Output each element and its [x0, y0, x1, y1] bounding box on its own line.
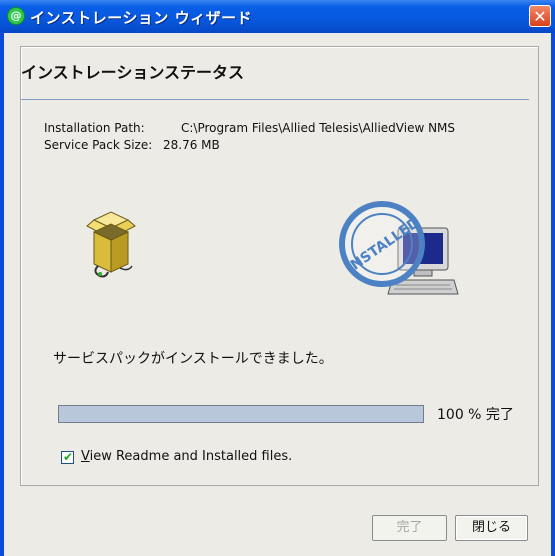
heading-separator	[21, 99, 529, 100]
view-readme-label-text: iew Readme and Installed files.	[89, 449, 293, 464]
view-readme-label[interactable]: View Readme and Installed files.	[81, 449, 292, 464]
window-title: インストレーション ウィザード	[30, 9, 253, 27]
status-message: サービスパックがインストールできました。	[53, 351, 333, 367]
installer-window: @ インストレーション ウィザード ✕ インストレーションステータス Insta…	[0, 0, 555, 556]
title-bar[interactable]: @ インストレーション ウィザード ✕	[0, 0, 555, 33]
finish-button[interactable]: 完了	[372, 515, 447, 541]
status-heading: インストレーションステータス	[21, 63, 245, 82]
app-icon: @	[7, 7, 25, 25]
mnemonic-letter: V	[81, 449, 90, 464]
installed-computer-icon: INSTALLED	[339, 201, 459, 295]
progress-fill	[59, 406, 423, 422]
progress-label: 100 % 完了	[437, 407, 514, 423]
service-pack-size-value: 28.76 MB	[163, 138, 220, 152]
install-path-value: C:\Program Files\Allied Telesis\AlliedVi…	[181, 121, 456, 135]
checkmark-icon: ✔	[63, 450, 74, 464]
close-button[interactable]: 閉じる	[455, 515, 528, 541]
install-path-label: Installation Path:	[44, 121, 145, 135]
dialog-body	[4, 33, 551, 556]
package-box-icon	[86, 211, 136, 278]
progress-bar	[58, 405, 424, 423]
service-pack-size-label: Service Pack Size:	[44, 138, 153, 152]
window-close-button[interactable]: ✕	[529, 5, 551, 27]
view-readme-checkbox[interactable]: ✔	[61, 450, 74, 464]
